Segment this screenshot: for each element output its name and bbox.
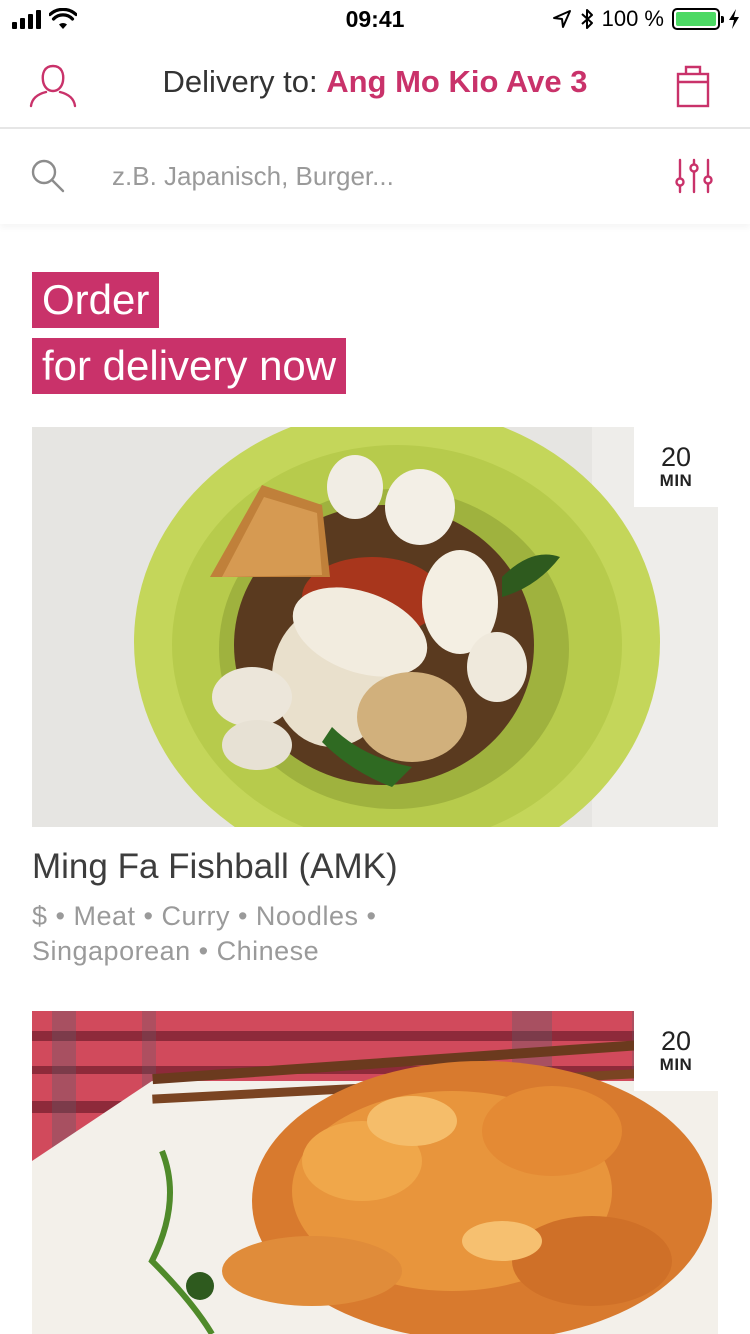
restaurant-name[interactable]: Ming Fa Fishball (AMK) — [32, 847, 718, 887]
eta-unit: MIN — [659, 1055, 693, 1074]
app-header: Delivery to: Ang Mo Kio Ave 3 — [0, 40, 750, 129]
search-bar — [0, 130, 750, 224]
search-input[interactable] — [112, 156, 632, 196]
fishball-noodles-image — [32, 427, 718, 827]
restaurant-image[interactable]: 20 MIN — [32, 1011, 718, 1334]
cart-button[interactable] — [676, 64, 710, 108]
hero-heading: Order for delivery now — [32, 272, 347, 404]
restaurant-tags: $ • Meat • Curry • Noodles • Singaporean… — [32, 899, 718, 969]
eta-badge: 20 MIN — [634, 427, 718, 507]
battery-icon — [672, 8, 724, 30]
restaurant-tags-line: Singaporean • Chinese — [32, 936, 320, 966]
filter-sliders-icon — [675, 158, 713, 194]
location-arrow-icon — [552, 10, 571, 28]
eta-badge: 20 MIN — [634, 1011, 718, 1091]
cereal-prawns-image — [32, 1011, 718, 1334]
eta-unit: MIN — [659, 471, 693, 490]
status-bar: 09:41 100 % — [0, 0, 750, 40]
eta-value: 20 — [660, 442, 692, 472]
eta-value: 20 — [660, 1026, 692, 1056]
bluetooth-icon — [580, 9, 593, 29]
shopping-bag-icon — [676, 65, 710, 108]
charging-bolt-icon — [729, 9, 739, 29]
filter-button[interactable] — [674, 158, 714, 194]
delivery-address[interactable]: Ang Mo Kio Ave 3 — [326, 64, 587, 99]
battery-percent: 100 % — [601, 6, 664, 31]
restaurant-card[interactable]: 20 MIN — [32, 1011, 718, 1334]
search-icon — [31, 159, 65, 193]
status-right: 100 % — [552, 6, 740, 32]
delivery-label: Delivery to: — [162, 64, 318, 99]
hero-line-2: for delivery now — [32, 338, 347, 394]
restaurant-card[interactable]: 20 MIN Ming Fa Fishball (AMK) $ • Meat •… — [32, 427, 718, 969]
restaurant-image[interactable]: 20 MIN — [32, 427, 718, 827]
hero-line-1: Order — [32, 272, 160, 328]
delivery-location[interactable]: Delivery to: Ang Mo Kio Ave 3 — [0, 64, 750, 100]
restaurant-tags-line: $ • Meat • Curry • Noodles • — [32, 901, 377, 931]
